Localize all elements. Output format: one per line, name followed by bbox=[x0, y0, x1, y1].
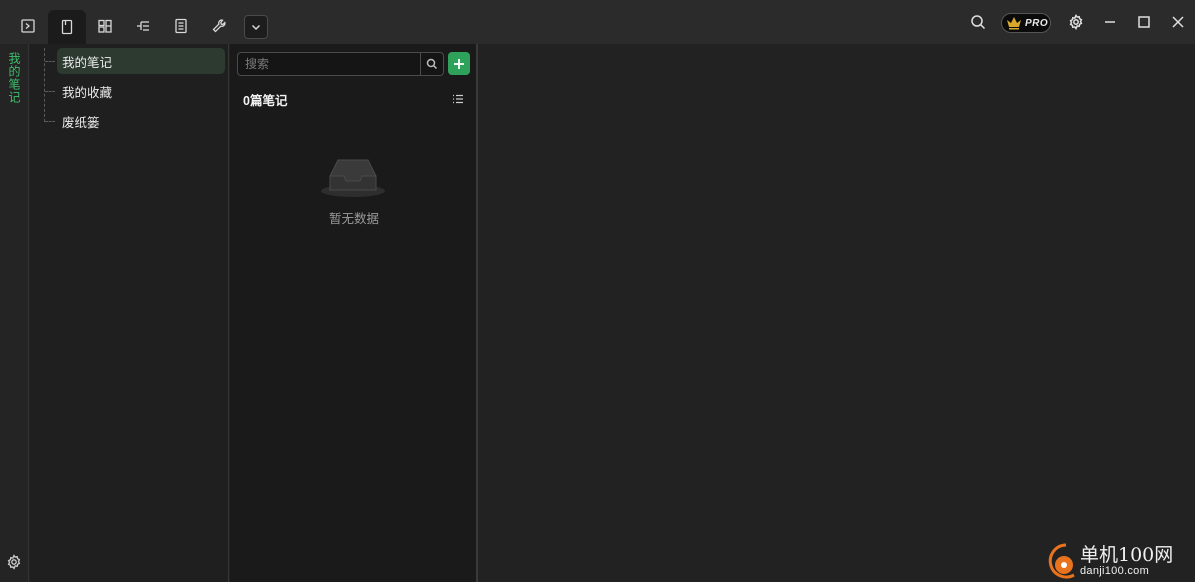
rail-settings-button[interactable] bbox=[6, 554, 22, 570]
search-icon bbox=[971, 15, 986, 30]
app-window: PRO 我的笔记 我的笔记 我的收藏 废纸篓 搜索 0篇笔记 暂无数据 单机10… bbox=[0, 0, 1195, 582]
notes-list-panel: 0篇笔记 暂无数据 bbox=[230, 44, 478, 582]
side-rail: 我的笔记 bbox=[0, 44, 29, 582]
pro-badge[interactable]: PRO bbox=[1001, 13, 1051, 33]
gear-icon bbox=[7, 554, 21, 570]
plus-icon bbox=[454, 58, 464, 69]
tree-item-trash[interactable]: 废纸篓 bbox=[57, 108, 225, 134]
maximize-button[interactable] bbox=[1132, 10, 1156, 34]
rail-my-notes-label[interactable]: 我的笔记 bbox=[7, 52, 23, 104]
notebook-tree: 我的笔记 我的收藏 废纸篓 bbox=[30, 44, 229, 582]
search-icon bbox=[426, 58, 438, 70]
watermark-logo bbox=[1048, 543, 1075, 579]
global-search-button[interactable] bbox=[966, 10, 990, 34]
chevron-down-icon bbox=[251, 24, 261, 31]
notebook-icon bbox=[61, 19, 73, 35]
minimize-icon bbox=[1105, 21, 1115, 23]
close-icon bbox=[1172, 16, 1184, 28]
add-note-button[interactable] bbox=[448, 52, 470, 75]
wrench-icon bbox=[212, 19, 226, 33]
notes-count-label: 0篇笔记 bbox=[243, 94, 288, 108]
layout-icon bbox=[98, 19, 112, 33]
list-view-button[interactable] bbox=[452, 92, 464, 104]
tree-item-my-notes[interactable]: 我的笔记 bbox=[57, 48, 225, 74]
tree-tab[interactable] bbox=[129, 10, 157, 42]
empty-inbox-icon bbox=[320, 154, 386, 200]
gear-icon bbox=[1069, 14, 1083, 30]
search-box bbox=[237, 52, 444, 76]
document-list-tab[interactable] bbox=[167, 10, 195, 42]
notebook-tab[interactable] bbox=[48, 10, 86, 44]
document-list-icon bbox=[175, 18, 187, 34]
tools-tab[interactable] bbox=[205, 10, 233, 42]
minimize-button[interactable] bbox=[1098, 10, 1122, 34]
tree-icon bbox=[137, 21, 149, 31]
watermark-main-text: 单机100网 bbox=[1080, 543, 1174, 566]
more-tabs-dropdown[interactable] bbox=[244, 15, 268, 39]
watermark-sub-text: danji100.com bbox=[1080, 564, 1150, 577]
crown-icon bbox=[1007, 17, 1021, 30]
tree-branch bbox=[45, 91, 55, 92]
settings-button[interactable] bbox=[1064, 10, 1088, 34]
editor-area bbox=[480, 44, 1195, 582]
tree-guide-line bbox=[44, 48, 45, 122]
top-toolbar: PRO bbox=[0, 0, 1195, 44]
terminal-icon bbox=[21, 19, 35, 33]
maximize-icon bbox=[1138, 16, 1150, 28]
pro-badge-label: PRO bbox=[1025, 17, 1049, 29]
search-button[interactable] bbox=[420, 53, 443, 75]
terminal-tab[interactable] bbox=[14, 10, 42, 42]
watermark: 单机100网 danji100.com bbox=[1044, 540, 1195, 582]
close-button[interactable] bbox=[1166, 10, 1190, 34]
list-icon bbox=[453, 94, 463, 104]
layout-tab[interactable] bbox=[91, 10, 119, 42]
tree-branch bbox=[45, 121, 55, 122]
tree-item-favorites[interactable]: 我的收藏 bbox=[57, 78, 225, 104]
empty-state-text: 暂无数据 bbox=[328, 212, 379, 226]
search-input[interactable] bbox=[238, 57, 420, 71]
tree-branch bbox=[45, 61, 55, 62]
